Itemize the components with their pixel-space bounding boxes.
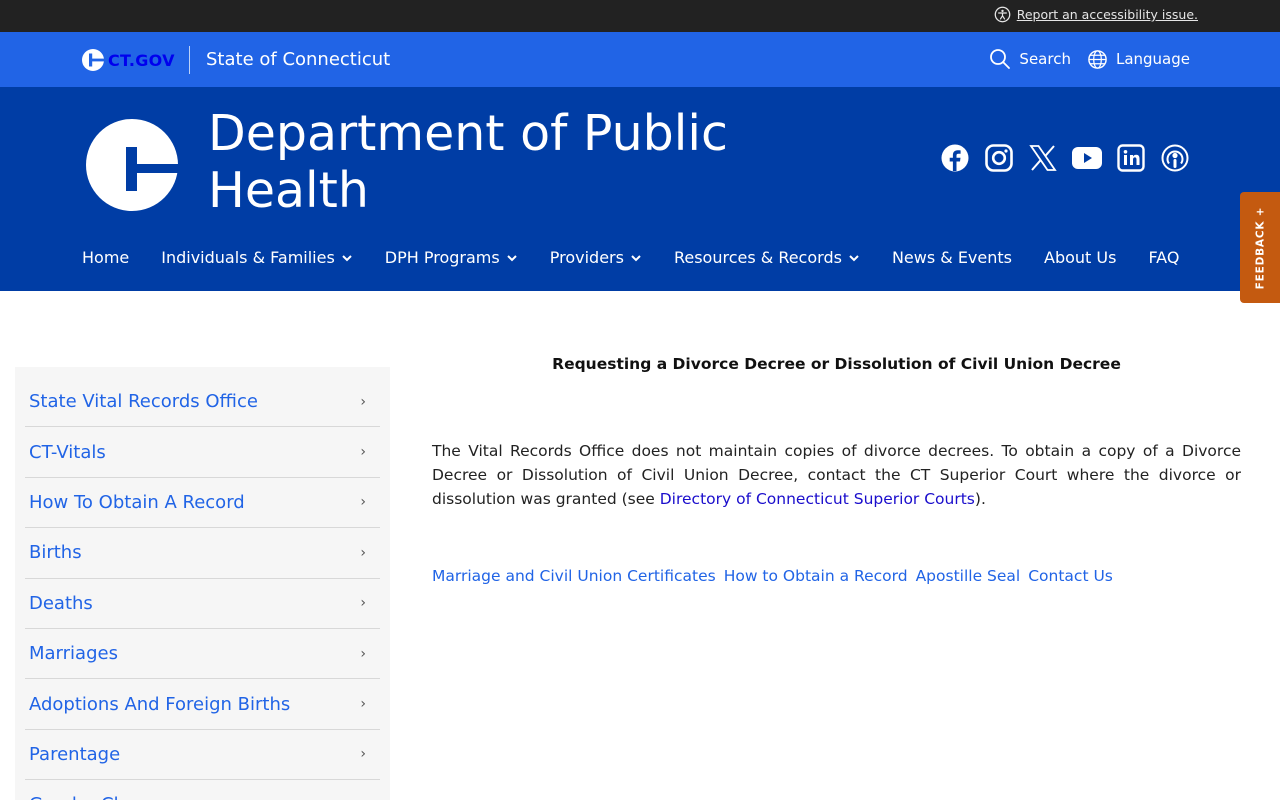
nav-item-label: Home xyxy=(82,248,130,267)
related-link-how-to-obtain-a-record[interactable]: How to Obtain a Record xyxy=(724,567,908,585)
instagram-icon xyxy=(985,144,1013,172)
chevron-down-icon xyxy=(342,254,352,261)
sidebar-item-adoptions-and-foreign-births[interactable]: Adoptions And Foreign Births › xyxy=(25,679,380,730)
ct-gov-logo-text: CT.GOV xyxy=(108,50,175,70)
related-link-apostille-seal[interactable]: Apostille Seal xyxy=(916,567,1021,585)
linkedin-link[interactable] xyxy=(1116,143,1146,173)
youtube-link[interactable] xyxy=(1072,143,1102,173)
sidebar-item-parentage[interactable]: Parentage › xyxy=(25,730,380,781)
nav-item-label: Resources & Records xyxy=(673,248,842,267)
sidebar-item-deaths[interactable]: Deaths › xyxy=(25,579,380,629)
state-bar: CT.GOV State of Connecticut Search Langu… xyxy=(0,32,1280,87)
chevron-right-icon: › xyxy=(360,544,366,561)
social-links xyxy=(940,143,1190,173)
linkedin-icon xyxy=(1117,144,1145,172)
nav-item-label: FAQ xyxy=(1148,248,1180,267)
search-label: Search xyxy=(1019,50,1071,68)
ct-gov-logo[interactable]: CT.GOV xyxy=(82,49,175,71)
x-icon xyxy=(1029,145,1057,171)
accessibility-report-link[interactable]: Report an accessibility issue. xyxy=(994,6,1198,23)
sidebar-item-label: Deaths xyxy=(29,592,93,614)
sidebar-item-label: Gender Change xyxy=(29,794,170,800)
nav-item-individuals-families[interactable]: Individuals & Families xyxy=(161,248,353,267)
nav-item-label: DPH Programs xyxy=(384,248,500,267)
state-name-link[interactable]: State of Connecticut xyxy=(206,49,390,70)
related-link-contact-us[interactable]: Contact Us xyxy=(1028,567,1113,585)
agency-title: Department of Public Health xyxy=(208,105,728,219)
related-link-marriage-and-civil-union-certificates[interactable]: Marriage and Civil Union Certificates xyxy=(432,567,716,585)
sidebar-item-label: Marriages xyxy=(29,643,118,665)
sidebar-item-how-to-obtain-a-record[interactable]: How To Obtain A Record › xyxy=(25,478,380,529)
facebook-icon xyxy=(941,144,969,172)
globe-icon xyxy=(1088,49,1107,69)
main-nav: Home Individuals & Families DPH Programs Pr… xyxy=(82,248,1179,267)
facebook-link[interactable] xyxy=(940,143,970,173)
accessibility-report-label: Report an accessibility issue. xyxy=(1016,7,1198,22)
chevron-right-icon: › xyxy=(360,746,366,763)
sidebar-item-ct-vitals[interactable]: CT-Vitals › xyxy=(25,427,380,478)
chevron-right-icon: › xyxy=(360,444,366,461)
podcast-icon xyxy=(1161,144,1189,172)
chevron-right-icon: › xyxy=(360,645,366,662)
language-label: Language xyxy=(1115,50,1190,68)
superior-courts-directory-link[interactable]: Directory of Connecticut Superior Courts xyxy=(660,490,975,508)
feedback-label: FEEDBACK + xyxy=(1254,206,1267,289)
sidebar-item-label: How To Obtain A Record xyxy=(29,491,245,513)
nav-item-dph-programs[interactable]: DPH Programs xyxy=(385,248,518,267)
nav-item-label: News & Events xyxy=(891,248,1012,267)
nav-item-label: Individuals & Families xyxy=(161,248,335,267)
chevron-right-icon: › xyxy=(360,494,366,511)
nav-item-about-us[interactable]: About Us xyxy=(1044,248,1116,267)
feedback-tab[interactable]: FEEDBACK + xyxy=(1240,192,1280,303)
sidebar-item-label: State Vital Records Office xyxy=(29,391,258,413)
related-links: Marriage and Civil Union Certificates How… xyxy=(432,567,1241,585)
sidebar-item-label: CT-Vitals xyxy=(29,441,106,463)
main-content: Requesting a Divorce Decree or Dissoluti… xyxy=(432,355,1241,585)
sidebar-item-label: Parentage xyxy=(29,743,121,765)
x-link[interactable] xyxy=(1028,143,1058,173)
chevron-down-icon xyxy=(507,254,517,261)
state-actions: Search Language xyxy=(989,48,1190,70)
body-text-after: ). xyxy=(974,490,986,508)
ct-logo-icon xyxy=(82,49,104,71)
nav-item-news-events[interactable]: News & Events xyxy=(892,248,1012,267)
accessibility-icon xyxy=(994,6,1011,23)
language-button[interactable]: Language xyxy=(1087,48,1190,70)
nav-item-faq[interactable]: FAQ xyxy=(1148,248,1179,267)
sidebar-item-marriages[interactable]: Marriages › xyxy=(25,629,380,680)
agency-header: Department of Public Health Home Individ… xyxy=(0,87,1280,291)
state-divider xyxy=(189,46,190,74)
sidebar-item-births[interactable]: Births › xyxy=(25,528,380,579)
agency-logo-icon[interactable] xyxy=(86,119,178,211)
chevron-right-icon: › xyxy=(360,393,366,410)
utility-bar: Report an accessibility issue. xyxy=(0,0,1280,32)
chevron-right-icon: › xyxy=(360,595,366,612)
nav-item-home[interactable]: Home xyxy=(82,248,129,267)
chevron-right-icon: › xyxy=(360,696,366,713)
search-button[interactable]: Search xyxy=(989,48,1071,70)
sidebar-item-label: Births xyxy=(29,542,82,564)
body-paragraph: The Vital Records Office does not mainta… xyxy=(432,439,1241,511)
nav-item-label: Providers xyxy=(549,248,624,267)
podcast-link[interactable] xyxy=(1160,143,1190,173)
youtube-icon xyxy=(1072,147,1102,169)
nav-item-providers[interactable]: Providers xyxy=(550,248,642,267)
sidebar-nav: State Vital Records Office › CT-Vitals › How… xyxy=(15,367,390,800)
sidebar-item-label: Adoptions And Foreign Births xyxy=(29,693,291,715)
chevron-down-icon xyxy=(849,254,859,261)
instagram-link[interactable] xyxy=(984,143,1014,173)
nav-item-resources-records[interactable]: Resources & Records xyxy=(674,248,860,267)
sidebar-item-state-vital-records-office[interactable]: State Vital Records Office › xyxy=(25,377,380,428)
sidebar-item-gender-change[interactable]: Gender Change› xyxy=(25,780,380,800)
page-title: Requesting a Divorce Decree or Dissoluti… xyxy=(552,355,1121,373)
search-icon xyxy=(990,49,1011,69)
nav-item-label: About Us xyxy=(1044,248,1117,267)
chevron-down-icon xyxy=(631,254,641,261)
